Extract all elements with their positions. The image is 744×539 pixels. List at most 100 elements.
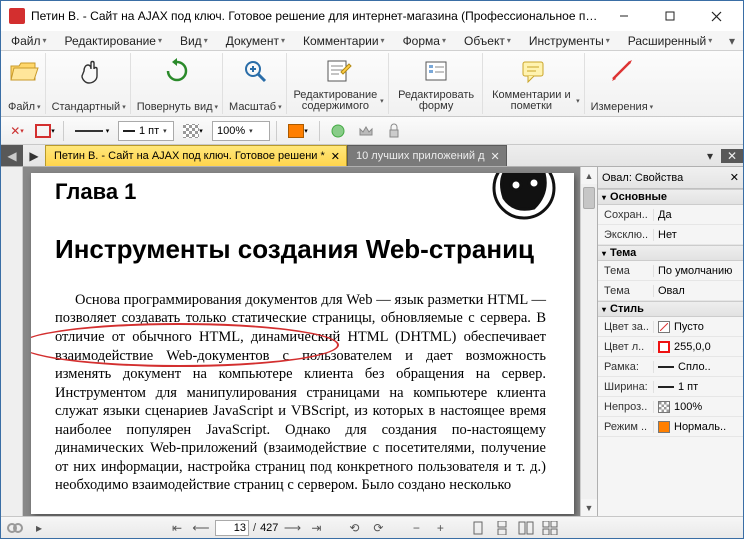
prop-saved[interactable]: Сохран..Да <box>598 205 743 225</box>
body-paragraph: Основа программирования документов для W… <box>55 291 546 495</box>
sb-history-fwd-icon[interactable]: ⟳ <box>368 519 388 537</box>
comment-icon <box>518 55 550 87</box>
tab-close-icon[interactable]: ✕ <box>491 150 500 163</box>
menu-edit[interactable]: Редактирование▾ <box>57 33 170 49</box>
vertical-scrollbar[interactable]: ▲ ▼ <box>580 167 597 516</box>
delete-annot-icon[interactable]: ✕▾ <box>5 120 29 142</box>
menu-object[interactable]: Объект▾ <box>456 33 519 49</box>
tb-measure[interactable]: Измерения▾ <box>587 53 658 114</box>
stroke-width-combo[interactable]: 1 пт▾ <box>118 121 174 141</box>
stroke-color-swatch[interactable]: ▾ <box>33 120 57 142</box>
app-window: Петин В. - Сайт на AJAX под ключ. Готово… <box>0 0 744 539</box>
sb-next-page-icon[interactable]: ⟶ <box>282 519 302 537</box>
properties-title: Овал: Свойства ✕ <box>598 167 743 189</box>
prop-opacity[interactable]: Непроз..100% <box>598 397 743 417</box>
side-gutter[interactable] <box>1 167 23 516</box>
document-tab-inactive[interactable]: 10 лучших приложений д ✕ <box>347 145 507 166</box>
page-total: 427 <box>260 522 278 534</box>
sb-gears-icon[interactable] <box>5 519 25 537</box>
prop-theme[interactable]: ТемаПо умолчанию <box>598 261 743 281</box>
sb-continuous-icon[interactable] <box>492 519 512 537</box>
sb-zoom-out-icon[interactable]: − <box>406 519 426 537</box>
edit-form-icon <box>420 55 452 87</box>
sb-prev-page-icon[interactable]: ⟵ <box>191 519 211 537</box>
prop-stroke[interactable]: Цвет л..255,0,0 <box>598 337 743 357</box>
prop-width[interactable]: Ширина:1 пт <box>598 377 743 397</box>
panel-close-icon[interactable]: ✕ <box>730 171 739 184</box>
prop-exclude[interactable]: Эксклю..Нет <box>598 225 743 245</box>
properties-panel: Овал: Свойства ✕ ▾Основные Сохран..Да Эк… <box>597 167 743 516</box>
menu-comments[interactable]: Комментарии▾ <box>295 33 393 49</box>
menu-view[interactable]: Вид▾ <box>172 33 216 49</box>
zoom-combo[interactable]: 100%▾ <box>212 121 270 141</box>
measure-icon <box>606 55 638 87</box>
menu-advanced[interactable]: Расширенный▾ <box>620 33 721 49</box>
menubar: Файл▾ Редактирование▾ Вид▾ Документ▾ Ком… <box>1 31 743 51</box>
tab-close-icon[interactable]: ✕ <box>331 150 340 163</box>
secondary-toolbar: ✕▾ ▾ ▾ 1 пт▾ ▾ 100%▾ ▾ <box>1 117 743 145</box>
prop-blend[interactable]: Режим ..Нормаль.. <box>598 417 743 437</box>
menu-tools[interactable]: Инструменты▾ <box>521 33 618 49</box>
rotate-icon <box>161 55 193 87</box>
scroll-thumb[interactable] <box>583 187 595 209</box>
menu-document[interactable]: Документ▾ <box>218 33 293 49</box>
props-group-theme[interactable]: ▾Тема <box>598 245 743 261</box>
hand-icon <box>73 55 105 87</box>
maximize-button[interactable] <box>647 1 693 31</box>
props-group-style[interactable]: ▾Стиль <box>598 301 743 317</box>
document-tabs: ◀ ▶ Петин В. - Сайт на AJAX под ключ. Го… <box>1 145 743 167</box>
sb-two-continuous-icon[interactable] <box>540 519 560 537</box>
prop-border[interactable]: Рамка:Спло.. <box>598 357 743 377</box>
edit-content-icon <box>322 55 354 87</box>
tab-next-icon[interactable]: ▶ <box>23 145 45 166</box>
tab-label: 10 лучших приложений д <box>356 150 485 162</box>
tb-file[interactable]: Файл▾ <box>4 53 46 114</box>
tb-edit-form[interactable]: Редактировать форму <box>391 53 483 114</box>
pdf-page: Глава 1 Инструменты создания Web-страниц… <box>31 173 574 514</box>
props-group-basic[interactable]: ▾Основные <box>598 189 743 205</box>
tb-rotate[interactable]: Повернуть вид▾ <box>133 53 223 114</box>
folder-open-icon <box>8 55 40 87</box>
tab-menu-icon[interactable]: ▾ <box>699 149 721 163</box>
menubar-dropdown-icon[interactable]: ▾ <box>723 34 741 48</box>
sb-first-page-icon[interactable]: ⇤ <box>167 519 187 537</box>
app-icon <box>9 8 25 24</box>
prop-theme2[interactable]: ТемаОвал <box>598 281 743 301</box>
magnifier-icon <box>239 55 271 87</box>
sb-two-page-icon[interactable] <box>516 519 536 537</box>
tb-comments[interactable]: Комментарии и пометки▾ <box>485 53 585 114</box>
sb-panel-toggle-icon[interactable]: ▸ <box>29 519 49 537</box>
page-number-input[interactable] <box>215 520 249 536</box>
scroll-up-icon[interactable]: ▲ <box>581 167 597 184</box>
tab-close-all-icon[interactable]: ✕ <box>721 149 743 163</box>
ribbon-toolbar: Файл▾ Стандартный▾ Повернуть вид▾ Масшта… <box>1 51 743 117</box>
tb-edit-content[interactable]: Редактирование содержимого▾ <box>289 53 389 114</box>
tab-prev-icon[interactable]: ◀ <box>1 145 23 166</box>
body: Глава 1 Инструменты создания Web-страниц… <box>1 167 743 516</box>
scroll-track[interactable] <box>581 184 597 499</box>
document-viewport[interactable]: Глава 1 Инструменты создания Web-страниц… <box>23 167 580 516</box>
scroll-down-icon[interactable]: ▼ <box>581 499 597 516</box>
tb-zoom[interactable]: Масштаб▾ <box>225 53 287 114</box>
tb-standard[interactable]: Стандартный▾ <box>48 53 131 114</box>
lock-icon[interactable] <box>382 120 406 142</box>
sb-single-page-icon[interactable] <box>468 519 488 537</box>
sb-last-page-icon[interactable]: ⇥ <box>306 519 326 537</box>
opacity-pattern-icon[interactable]: ▾ <box>178 120 208 142</box>
close-button[interactable] <box>693 1 739 31</box>
line-style-combo[interactable]: ▾ <box>70 120 114 142</box>
statusbar: ▸ ⇤ ⟵ /427 ⟶ ⇥ ⟲ ⟳ − + <box>1 516 743 538</box>
sb-history-back-icon[interactable]: ⟲ <box>344 519 364 537</box>
globe-icon[interactable] <box>326 120 350 142</box>
crown-icon[interactable] <box>354 120 378 142</box>
blend-swatch[interactable]: ▾ <box>283 120 313 142</box>
document-tab-active[interactable]: Петин В. - Сайт на AJAX под ключ. Готово… <box>45 145 347 166</box>
minimize-button[interactable] <box>601 1 647 31</box>
titlebar: Петин В. - Сайт на AJAX под ключ. Готово… <box>1 1 743 31</box>
menu-file[interactable]: Файл▾ <box>3 33 55 49</box>
tab-label: Петин В. - Сайт на AJAX под ключ. Готово… <box>54 150 325 162</box>
sb-zoom-in-icon[interactable]: + <box>430 519 450 537</box>
window-title: Петин В. - Сайт на AJAX под ключ. Готово… <box>31 9 601 23</box>
menu-form[interactable]: Форма▾ <box>395 33 454 49</box>
prop-fill[interactable]: Цвет за..Пусто <box>598 317 743 337</box>
